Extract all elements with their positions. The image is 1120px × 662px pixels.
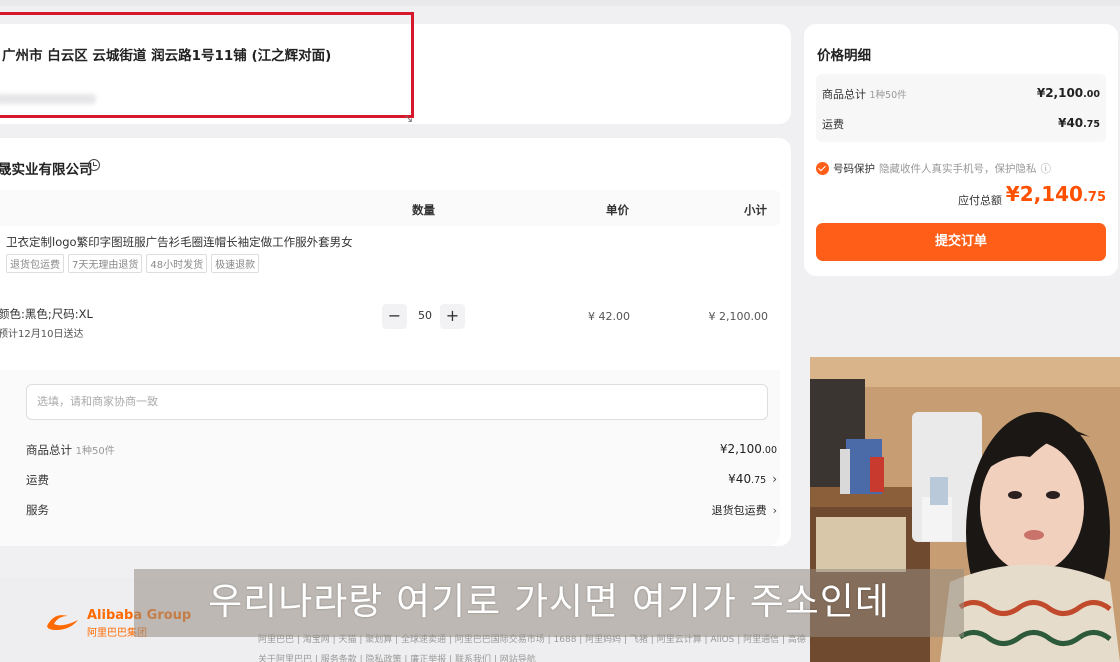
summary-goods-label: 商品总计 1种50件 — [26, 443, 115, 457]
pd-goods-label: 商品总计 1种50件 — [822, 88, 907, 101]
delivery-estimate: 预计12月10日送达 — [0, 329, 84, 340]
decrease-qty-button[interactable]: − — [382, 304, 407, 329]
summary-goods-value: ¥2,100.00 — [719, 442, 777, 456]
order-card: 晟实业有限公司 数量 单价 小计 卫衣定制logo繁印字图班服广告衫毛圈连帽长袖… — [0, 138, 791, 546]
summary-shipping-label: 运费 — [26, 473, 49, 487]
alibaba-mark-icon — [47, 615, 78, 630]
remark-input[interactable]: 选填，请和商家协商一致 — [26, 384, 768, 420]
price-detail-title: 价格明细 — [817, 48, 871, 64]
col-unit-price: 单价 — [606, 203, 629, 217]
address-line: 广州市 白云区 云城街道 润云路1号11铺 (江之辉对面) — [2, 48, 332, 64]
clock-icon — [88, 159, 100, 171]
summary-service-value[interactable]: 退货包运费 › — [712, 502, 777, 518]
pd-goods-value: ¥2,100.00 — [1036, 86, 1100, 100]
col-qty: 数量 — [412, 203, 435, 217]
tag-48h-ship: 48小时发货 — [146, 254, 208, 273]
col-subtotal: 小计 — [744, 203, 767, 217]
increase-qty-button[interactable]: + — [440, 304, 465, 329]
summary-shipping-value[interactable]: ¥40.75 › — [728, 472, 777, 486]
footer-links-secondary[interactable]: 关于阿里巴巴 | 服务条款 | 隐私政策 | 廉正举报 | 联系我们 | 网站导… — [258, 652, 536, 662]
tag-7day-return: 7天无理由退货 — [68, 254, 143, 273]
product-title[interactable]: 卫衣定制logo繁印字图班服广告衫毛圈连帽长袖定做工作服外套男女 — [6, 234, 353, 250]
checkbox-checked-icon[interactable] — [816, 162, 829, 175]
product-tags: 退货包运费 7天无理由退货 48小时发货 极速退款 — [6, 254, 260, 273]
price-breakdown — [816, 74, 1106, 142]
summary-service-label: 服务 — [26, 503, 49, 517]
number-protection[interactable]: 号码保护 隐藏收件人真实手机号，保护隐私 ⓘ — [816, 161, 1051, 176]
product-variant: 颜色:黑色;尺码:XL — [0, 307, 93, 321]
table-header: 数量 单价 小计 — [0, 190, 780, 226]
help-icon[interactable]: ⓘ — [1041, 161, 1052, 176]
protect-hint: 隐藏收件人真实手机号，保护隐私 — [879, 163, 1037, 175]
video-subtitle: 우리나라랑 여기로 가시면 여기가 주소인데 — [134, 569, 964, 637]
total-value: ¥2,140.75 — [1005, 182, 1106, 206]
quantity-value[interactable]: 50 — [414, 309, 436, 322]
tag-return-shipping: 退货包运费 — [6, 254, 64, 273]
recipient-info-blurred — [0, 94, 96, 104]
chevron-right-icon: › — [772, 472, 777, 486]
line-subtotal: ¥ 2,100.00 — [708, 310, 768, 323]
price-detail-card: 价格明细 商品总计 1种50件 ¥2,100.00 运费 ¥40.75 号码保护… — [804, 24, 1118, 276]
tag-fast-refund: 极速退款 — [211, 254, 260, 273]
pd-shipping-value: ¥40.75 — [1058, 116, 1100, 130]
shop-name[interactable]: 晟实业有限公司 — [0, 158, 93, 178]
address-card[interactable]: 广州市 白云区 云城街道 润云路1号11铺 (江之辉对面) — [0, 24, 791, 124]
chevron-right-icon: › — [772, 504, 777, 517]
total-label: 应付总额 — [958, 194, 1002, 207]
protect-label: 号码保护 — [833, 163, 875, 175]
top-strip — [0, 0, 1120, 6]
pd-shipping-label: 运费 — [822, 118, 844, 131]
cursor-icon: ↘ — [404, 112, 414, 125]
unit-price: ¥ 42.00 — [588, 310, 630, 323]
submit-order-button[interactable]: 提交订单 — [816, 223, 1106, 261]
